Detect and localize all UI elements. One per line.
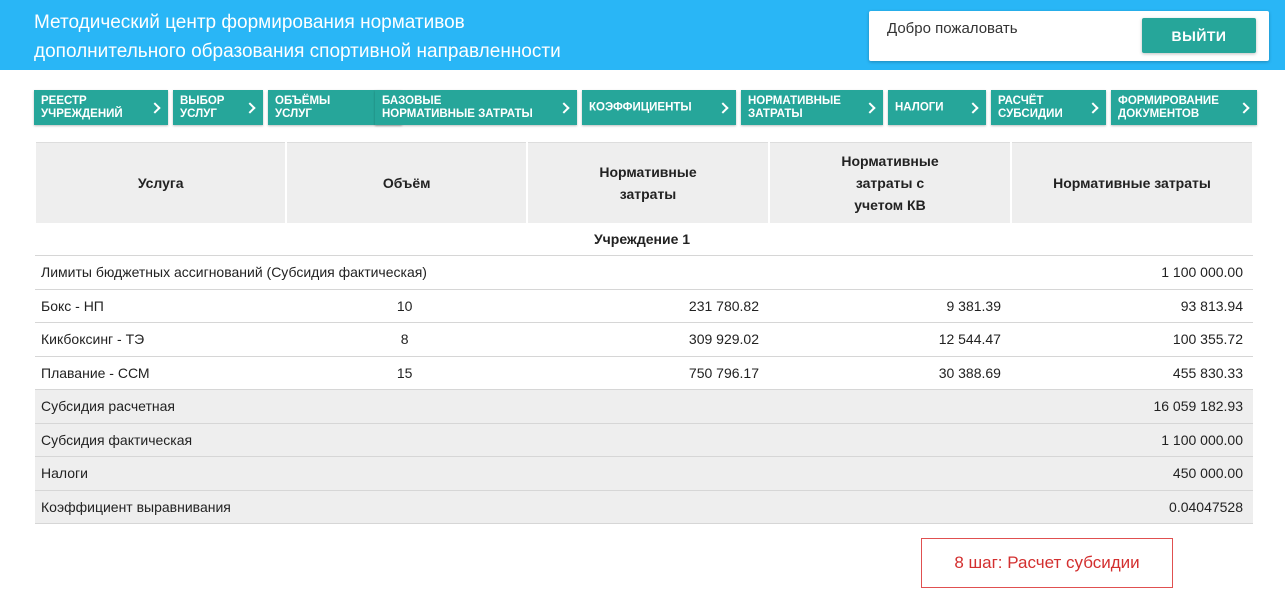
user-panel: Добро пожаловать ВЫЙТИ bbox=[869, 11, 1269, 61]
group-row: Учреждение 1 bbox=[35, 223, 1253, 256]
summary-value: 1 100 000.00 bbox=[1010, 423, 1253, 457]
chevron-right-icon bbox=[558, 101, 570, 114]
step-subsidy-calc[interactable]: РАСЧЁТ СУБСИДИИ bbox=[991, 90, 1106, 125]
step-label: КОЭФФИЦИЕНТЫ bbox=[589, 101, 692, 113]
cell-norm: 309 929.02 bbox=[526, 322, 769, 357]
chevron-right-icon bbox=[967, 101, 979, 114]
summary-label: Субсидия фактическая bbox=[35, 423, 1011, 457]
column-header-norm-costs-total: Нормативные затраты bbox=[1009, 142, 1255, 223]
summary-value: 0.04047528 bbox=[1010, 490, 1253, 524]
cell-service: Плавание - ССМ bbox=[35, 356, 287, 390]
column-header-volume: Объём bbox=[285, 142, 528, 223]
summary-row: Субсидия расчетная 16 059 182.93 bbox=[35, 389, 1253, 424]
cell-norm-kv: 30 388.69 bbox=[768, 356, 1011, 390]
step-annotation: 8 шаг: Расчет субсидии bbox=[921, 538, 1173, 588]
summary-label: Налоги bbox=[35, 456, 1011, 491]
cell-service: Кикбоксинг - ТЭ bbox=[35, 322, 287, 357]
summary-row: Налоги 450 000.00 bbox=[35, 456, 1253, 491]
limit-row: Лимиты бюджетных ассигнований (Субсидия … bbox=[35, 255, 1253, 290]
table-row: Кикбоксинг - ТЭ 8 309 929.02 12 544.47 1… bbox=[35, 322, 1253, 357]
cell-norm: 750 796.17 bbox=[526, 356, 769, 390]
step-select-services[interactable]: ВЫБОР УСЛУГ bbox=[173, 90, 263, 125]
summary-row: Коэффициент выравнивания 0.04047528 bbox=[35, 490, 1253, 524]
step-label: РАСЧЁТ СУБСИДИИ bbox=[998, 94, 1063, 120]
cell-volume: 15 bbox=[286, 356, 527, 390]
summary-label: Субсидия расчетная bbox=[35, 389, 1011, 424]
step-label: НОРМАТИВНЫЕ ЗАТРАТЫ bbox=[748, 94, 841, 120]
cell-service: Бокс - НП bbox=[35, 289, 287, 323]
step-documents[interactable]: ФОРМИРОВАНИЕ ДОКУМЕНТОВ bbox=[1111, 90, 1257, 125]
summary-label: Коэффициент выравнивания bbox=[35, 490, 1011, 524]
step-norm-costs[interactable]: НОРМАТИВНЫЕ ЗАТРАТЫ bbox=[741, 90, 883, 125]
step-registry[interactable]: РЕЕСТР УЧРЕЖДЕНИЙ bbox=[34, 90, 168, 125]
limit-label: Лимиты бюджетных ассигнований (Субсидия … bbox=[35, 255, 1011, 290]
chevron-right-icon bbox=[149, 101, 161, 114]
step-coefficients[interactable]: КОЭФФИЦИЕНТЫ bbox=[582, 90, 736, 125]
step-label: РЕЕСТР УЧРЕЖДЕНИЙ bbox=[41, 94, 123, 120]
title-line-1: Методический центр формирования норматив… bbox=[34, 12, 465, 33]
column-header-service: Услуга bbox=[33, 142, 288, 223]
limit-value: 1 100 000.00 bbox=[1010, 255, 1253, 290]
summary-row: Субсидия фактическая 1 100 000.00 bbox=[35, 423, 1253, 457]
cell-volume: 10 bbox=[286, 289, 527, 323]
chevron-right-icon bbox=[1087, 101, 1099, 114]
app-header: Методический центр формирования норматив… bbox=[0, 0, 1285, 70]
welcome-text: Добро пожаловать bbox=[887, 20, 1018, 37]
page-title: Методический центр формирования норматив… bbox=[34, 8, 561, 66]
chevron-right-icon bbox=[717, 101, 729, 114]
subsidy-table: Услуга Объём Нормативные затраты Нормати… bbox=[33, 142, 1255, 524]
cell-total: 100 355.72 bbox=[1010, 322, 1253, 357]
table-row: Бокс - НП 10 231 780.82 9 381.39 93 813.… bbox=[35, 289, 1253, 323]
summary-value: 16 059 182.93 bbox=[1010, 389, 1253, 424]
step-label: НАЛОГИ bbox=[895, 101, 944, 113]
column-header-norm-costs-kv: Нормативные затраты с учетом КВ bbox=[767, 142, 1012, 223]
group-label: Учреждение 1 bbox=[35, 223, 1253, 256]
table-header-row: Услуга Объём Нормативные затраты Нормати… bbox=[33, 142, 1255, 223]
summary-value: 450 000.00 bbox=[1010, 456, 1253, 491]
logout-button[interactable]: ВЫЙТИ bbox=[1142, 18, 1256, 53]
cell-norm-kv: 12 544.47 bbox=[768, 322, 1011, 357]
cell-norm-kv: 9 381.39 bbox=[768, 289, 1011, 323]
step-taxes[interactable]: НАЛОГИ bbox=[888, 90, 986, 125]
cell-total: 455 830.33 bbox=[1010, 356, 1253, 390]
chevron-right-icon bbox=[864, 101, 876, 114]
table-row: Плавание - ССМ 15 750 796.17 30 388.69 4… bbox=[35, 356, 1253, 390]
cell-norm: 231 780.82 bbox=[526, 289, 769, 323]
chevron-right-icon bbox=[244, 101, 256, 114]
title-line-2: дополнительного образования спортивной н… bbox=[34, 41, 561, 62]
step-label: ВЫБОР УСЛУГ bbox=[180, 94, 225, 120]
step-label: ФОРМИРОВАНИЕ ДОКУМЕНТОВ bbox=[1118, 94, 1219, 120]
cell-volume: 8 bbox=[286, 322, 527, 357]
cell-total: 93 813.94 bbox=[1010, 289, 1253, 323]
column-header-norm-costs: Нормативные затраты bbox=[525, 142, 770, 223]
step-base-costs[interactable]: БАЗОВЫЕ НОРМАТИВНЫЕ ЗАТРАТЫ bbox=[375, 90, 577, 125]
step-label: БАЗОВЫЕ НОРМАТИВНЫЕ ЗАТРАТЫ bbox=[382, 94, 533, 120]
chevron-right-icon bbox=[1238, 101, 1250, 114]
step-label: ОБЪЁМЫ УСЛУГ bbox=[275, 94, 331, 120]
